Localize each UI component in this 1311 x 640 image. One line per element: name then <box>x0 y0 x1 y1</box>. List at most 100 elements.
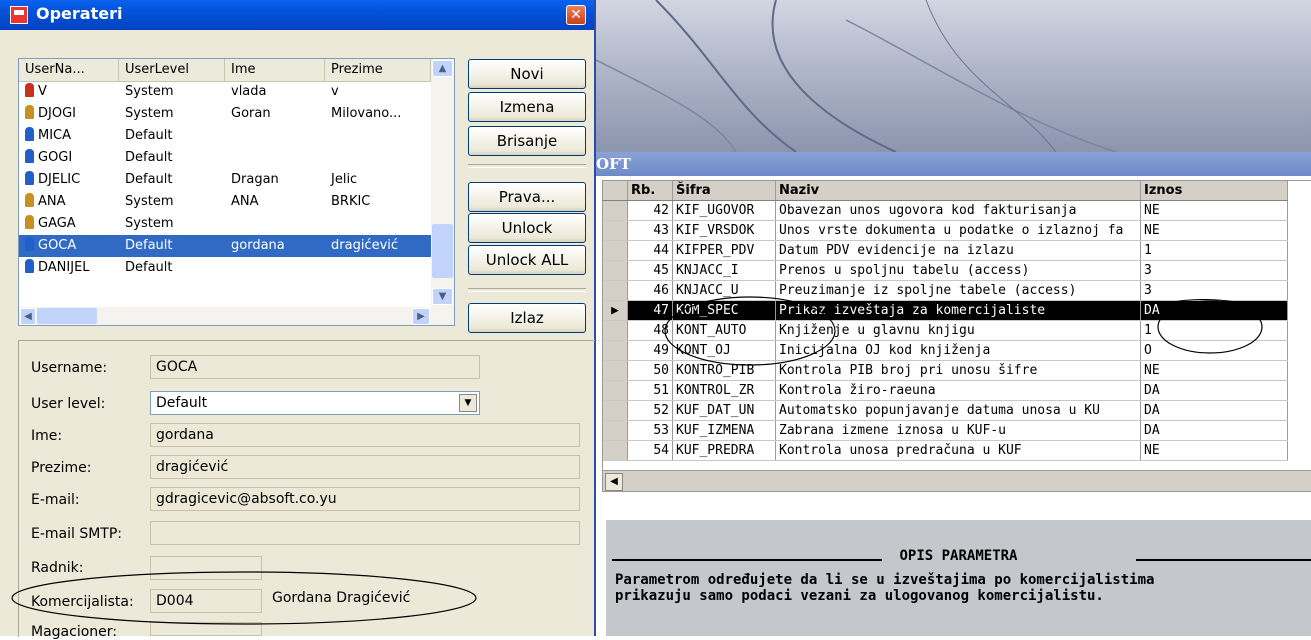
scroll-left-icon[interactable]: ◀ <box>605 473 623 491</box>
grid-cell-rb[interactable]: 49 <box>627 340 673 361</box>
row-indicator[interactable] <box>603 320 628 341</box>
grid-cell-naziv[interactable]: Obavezan unos ugovora kod fakturisanja <box>775 200 1141 221</box>
user-list-row[interactable]: MICA Default <box>19 125 431 147</box>
grid-cell-naziv[interactable]: Kontrola PIB broj pri unosu šifre <box>775 360 1141 381</box>
grid-cell-iznos[interactable]: 3 <box>1140 260 1288 281</box>
grid-row[interactable]: ▶ 47 KOM_SPEC Prikaz izveštaja za komercija… <box>603 300 1288 321</box>
email-smtp-field[interactable] <box>150 521 580 545</box>
radnik-field[interactable] <box>150 556 262 580</box>
grid-cell-rb[interactable]: 51 <box>627 380 673 401</box>
grid-cell-iznos[interactable]: DA <box>1140 420 1288 441</box>
row-indicator[interactable] <box>603 260 628 281</box>
prezime-field[interactable]: dragićević <box>150 455 580 479</box>
grid-cell-sifra[interactable]: KUF_DAT_UN <box>672 400 776 421</box>
grid-cell-iznos[interactable]: DA <box>1140 300 1288 321</box>
row-indicator[interactable] <box>603 440 628 461</box>
user-list-row[interactable]: DJOGI System Goran Milovano... <box>19 103 431 125</box>
row-indicator[interactable] <box>603 280 628 301</box>
grid-row[interactable]: 42 KIF_UGOVOR Obavezan unos ugovora kod fa… <box>603 200 1288 221</box>
grid-cell-rb[interactable]: 42 <box>627 200 673 221</box>
row-indicator[interactable] <box>603 220 628 241</box>
grid-cell-rb[interactable]: 47 <box>627 300 673 321</box>
dropdown-arrow-icon[interactable]: ▼ <box>459 394 477 412</box>
scroll-up-icon[interactable]: ▲ <box>432 60 453 77</box>
user-list-row[interactable]: V System vlada v <box>19 81 431 103</box>
user-list-row[interactable]: GAGA System <box>19 213 431 235</box>
row-indicator[interactable] <box>603 420 628 441</box>
grid-cell-sifra[interactable]: KUF_IZMENA <box>672 420 776 441</box>
grid-cell-naziv[interactable]: Kontrola žiro-raeuna <box>775 380 1141 401</box>
col-prezime[interactable]: Prezime <box>325 59 431 81</box>
izmena-button[interactable]: Izmena <box>468 92 586 122</box>
grid-cell-rb[interactable]: 48 <box>627 320 673 341</box>
scroll-right-arrow-icon[interactable]: ▶ <box>412 308 430 325</box>
grid-cell-sifra[interactable]: KOM_SPEC <box>672 300 776 321</box>
grid-row[interactable]: 53 KUF_IZMENA Zabrana izmene iznosa u KUF-… <box>603 420 1288 441</box>
horizontal-scroll-thumb[interactable] <box>37 308 97 324</box>
grid-cell-rb[interactable]: 52 <box>627 400 673 421</box>
grid-cell-naziv[interactable]: Datum PDV evidencije na izlazu <box>775 240 1141 261</box>
grid-cell-sifra[interactable]: KIF_UGOVOR <box>672 200 776 221</box>
current-row-arrow-icon[interactable]: ▶ <box>603 300 628 321</box>
scroll-down-icon[interactable]: ▼ <box>432 288 453 305</box>
grid-cell-iznos[interactable]: 1 <box>1140 320 1288 341</box>
grid-row[interactable]: 50 KONTRO_PIB Kontrola PIB broj pri unosu … <box>603 360 1288 381</box>
row-indicator[interactable] <box>603 380 628 401</box>
row-indicator[interactable] <box>603 340 628 361</box>
brisanje-button[interactable]: Brisanje <box>468 126 586 156</box>
grid-cell-naziv[interactable]: Preuzimanje iz spoljne tabele (access) <box>775 280 1141 301</box>
grid-cell-naziv[interactable]: Zabrana izmene iznosa u KUF-u <box>775 420 1141 441</box>
row-indicator[interactable] <box>603 400 628 421</box>
grid-cell-sifra[interactable]: KONT_AUTO <box>672 320 776 341</box>
users-vertical-scrollbar[interactable]: ▲ ▼ <box>431 59 454 307</box>
close-button[interactable]: ✕ <box>566 5 586 25</box>
col-userlevel[interactable]: UserLevel <box>119 59 225 81</box>
row-indicator[interactable] <box>603 240 628 261</box>
grid-cell-iznos[interactable]: DA <box>1140 400 1288 421</box>
grid-cell-iznos[interactable]: NE <box>1140 220 1288 241</box>
user-list-row[interactable]: DANIJEL Default <box>19 257 431 279</box>
grid-row[interactable]: 52 KUF_DAT_UN Automatsko popunjavanje datu… <box>603 400 1288 421</box>
grid-row[interactable]: 45 KNJACC_I Prenos u spoljnu tabelu (acces… <box>603 260 1288 281</box>
grid-cell-naziv[interactable]: Prikaz izveštaja za komercijaliste <box>775 300 1141 321</box>
email-field[interactable]: gdragicevic@absoft.co.yu <box>150 487 580 511</box>
unlock-all-button[interactable]: Unlock ALL <box>468 245 586 275</box>
grid-horizontal-scrollbar[interactable]: ◀ <box>602 470 1311 492</box>
col-username[interactable]: UserNa... <box>19 59 119 81</box>
grid-cell-naziv[interactable]: Automatsko popunjavanje datuma unosa u K… <box>775 400 1141 421</box>
user-list-row[interactable]: GOCA Default gordana dragićević <box>19 235 431 257</box>
user-list-row[interactable]: ANA System ANA BRKIC <box>19 191 431 213</box>
komercijalista-code-field[interactable]: D004 <box>150 589 262 613</box>
grid-cell-sifra[interactable]: KIF_VRSDOK <box>672 220 776 241</box>
parameters-grid[interactable]: Rb. Šifra Naziv Iznos 42 KIF_UGOVOR Obavez… <box>602 180 1311 472</box>
grid-row[interactable]: 54 KUF_PREDRA Kontrola unosa predračuna u … <box>603 440 1288 461</box>
grid-cell-iznos[interactable]: DA <box>1140 380 1288 401</box>
userlevel-select[interactable]: Default ▼ <box>150 391 480 415</box>
grid-cell-rb[interactable]: 50 <box>627 360 673 381</box>
grid-col-naziv[interactable]: Naziv <box>775 181 1141 201</box>
grid-col-rb[interactable]: Rb. <box>627 181 673 201</box>
grid-cell-rb[interactable]: 54 <box>627 440 673 461</box>
user-list-row[interactable]: GOGI Default <box>19 147 431 169</box>
grid-cell-iznos[interactable]: NE <box>1140 440 1288 461</box>
grid-cell-sifra[interactable]: KNJACC_I <box>672 260 776 281</box>
grid-cell-naziv[interactable]: Knjiženje u glavnu knjigu <box>775 320 1141 341</box>
izlaz-button[interactable]: Izlaz <box>468 303 586 333</box>
grid-cell-naziv[interactable]: Kontrola unosa predračuna u KUF <box>775 440 1141 461</box>
scroll-left-arrow-icon[interactable]: ◀ <box>20 308 36 325</box>
grid-cell-sifra[interactable]: KONTRO_PIB <box>672 360 776 381</box>
grid-col-sifra[interactable]: Šifra <box>672 181 776 201</box>
row-indicator[interactable] <box>603 200 628 221</box>
grid-cell-rb[interactable]: 53 <box>627 420 673 441</box>
grid-cell-rb[interactable]: 43 <box>627 220 673 241</box>
prava-button[interactable]: Prava... <box>468 182 586 212</box>
username-field[interactable]: GOCA <box>150 355 480 379</box>
grid-cell-rb[interactable]: 45 <box>627 260 673 281</box>
grid-cell-iznos[interactable]: 3 <box>1140 280 1288 301</box>
grid-row[interactable]: 43 KIF_VRSDOK Unos vrste dokumenta u podat… <box>603 220 1288 241</box>
grid-col-iznos[interactable]: Iznos <box>1140 181 1288 201</box>
grid-cell-sifra[interactable]: KUF_PREDRA <box>672 440 776 461</box>
magacioner-field[interactable] <box>150 622 262 636</box>
col-ime[interactable]: Ime <box>225 59 325 81</box>
ime-field[interactable]: gordana <box>150 423 580 447</box>
